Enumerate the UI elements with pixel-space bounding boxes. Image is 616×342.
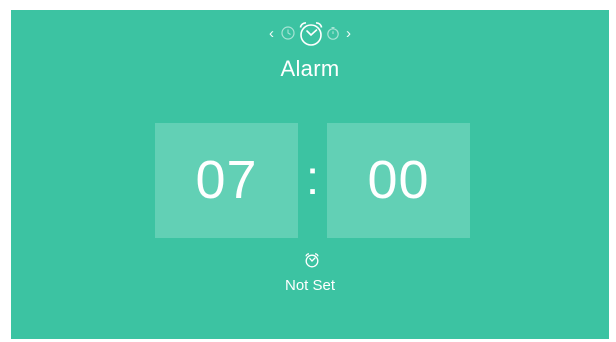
time-separator: :	[305, 152, 320, 205]
alarm-app: ‹ › Alarm 07 : 00 Not Set	[11, 10, 609, 339]
mode-switcher: ‹ ›	[11, 20, 609, 50]
minutes-value: 00	[367, 150, 430, 210]
chevron-right-icon[interactable]: ›	[346, 24, 351, 44]
stopwatch-icon[interactable]	[326, 26, 340, 40]
clock-icon[interactable]	[281, 26, 295, 40]
chevron-left-icon[interactable]: ‹	[269, 24, 274, 44]
page-title: Alarm	[280, 56, 340, 81]
hours-value: 07	[195, 150, 258, 210]
hours-tile[interactable]: 07	[155, 123, 298, 238]
alarm-clock-icon[interactable]	[304, 252, 320, 273]
alarm-status-label: Not Set	[284, 277, 336, 294]
alarm-clock-icon[interactable]	[297, 20, 325, 48]
minutes-tile[interactable]: 00	[327, 123, 470, 238]
